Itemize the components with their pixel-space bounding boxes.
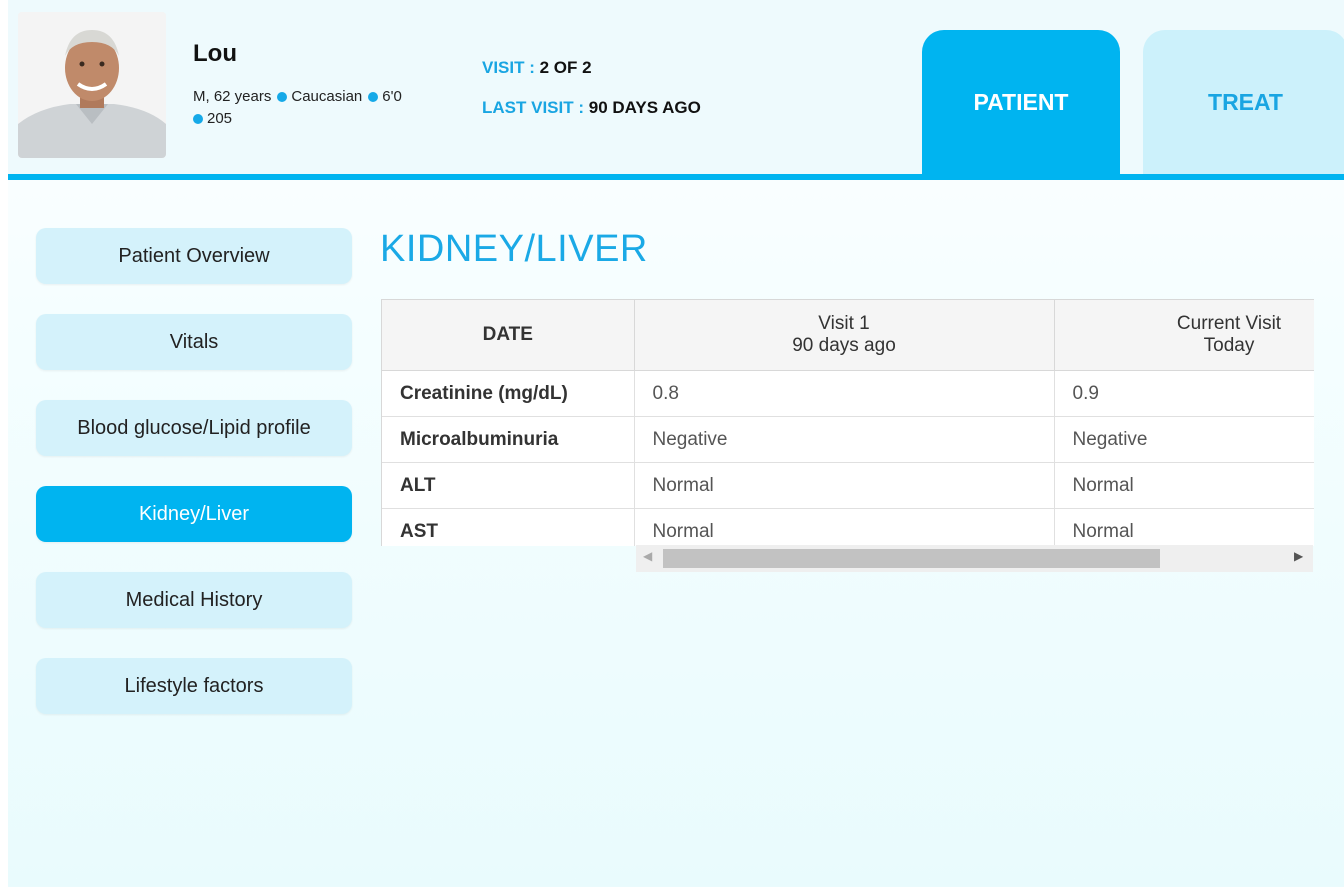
tab-treat[interactable]: TREAT xyxy=(1143,30,1344,174)
column-header-visit-1: Visit 1 90 days ago xyxy=(634,300,1055,371)
patient-sex-age: M, 62 years xyxy=(193,88,272,105)
table-row: Creatinine (mg/dL) 0.8 0.9 xyxy=(382,370,1314,417)
table-cell: Normal xyxy=(634,508,1055,546)
scrollbar-thumb[interactable] xyxy=(663,549,1160,568)
patient-ethnicity: Caucasian xyxy=(291,88,363,105)
table-cell: 0.8 xyxy=(634,370,1055,417)
header-divider xyxy=(8,174,1344,180)
sidebar-item-lifestyle-factors[interactable]: Lifestyle factors xyxy=(36,658,352,714)
table-cell: Normal xyxy=(1054,462,1314,509)
row-label: AST xyxy=(382,508,635,546)
last-visit-value: 90 DAYS AGO xyxy=(588,98,701,117)
results-table: DATE Visit 1 90 days ago Current Visit Tod… xyxy=(382,300,1314,546)
column-header-sublabel: 90 days ago xyxy=(792,335,896,356)
row-label: Creatinine (mg/dL) xyxy=(382,370,635,417)
column-header-sublabel: Today xyxy=(1203,335,1255,356)
table-row: ALT Normal Normal xyxy=(382,462,1314,509)
patient-photo xyxy=(18,12,166,158)
table-row: Microalbuminuria Negative Negative xyxy=(382,416,1314,463)
scroll-left-arrow-icon[interactable]: ◀ xyxy=(643,549,652,563)
patient-height: 6'0 xyxy=(382,88,402,105)
column-header-label: Current Visit xyxy=(1176,313,1282,334)
scroll-right-arrow-icon[interactable]: ▶ xyxy=(1294,549,1303,563)
sidebar-item-blood-glucose-lipid[interactable]: Blood glucose/Lipid profile xyxy=(36,400,352,456)
sidebar-item-vitals[interactable]: Vitals xyxy=(36,314,352,370)
sidebar-item-patient-overview[interactable]: Patient Overview xyxy=(36,228,352,284)
table-cell: Negative xyxy=(634,416,1055,463)
row-label: Microalbuminuria xyxy=(382,416,635,463)
bullet-icon xyxy=(368,92,379,103)
column-header-label: DATE xyxy=(482,324,533,345)
table-cell: Negative xyxy=(1054,416,1314,463)
last-visit: LAST VISIT : 90 DAYS AGO xyxy=(482,98,701,118)
visit-value: 2 OF 2 xyxy=(539,58,592,77)
kidney-liver-table: DATE Visit 1 90 days ago Current Visit Tod… xyxy=(381,299,1314,546)
table-header-row: DATE Visit 1 90 days ago Current Visit Tod… xyxy=(382,300,1314,371)
table-cell: 0.9 xyxy=(1054,370,1314,417)
patient-avatar xyxy=(18,12,166,158)
last-visit-label: LAST VISIT : xyxy=(482,98,589,117)
column-header-current-visit: Current Visit Today xyxy=(1054,300,1314,371)
patient-name: Lou xyxy=(193,40,237,67)
tab-patient[interactable]: PATIENT xyxy=(922,30,1120,174)
visit-label: VISIT : xyxy=(482,58,540,77)
page-title: KIDNEY/LIVER xyxy=(380,228,648,270)
table-cell: Normal xyxy=(1054,508,1314,546)
sidebar-item-medical-history[interactable]: Medical History xyxy=(36,572,352,628)
patient-weight: 205 xyxy=(207,110,233,127)
patient-demographics: M, 62 years Caucasian 6'0 205 xyxy=(193,86,468,130)
column-header-date: DATE xyxy=(382,300,635,371)
column-header-label: Visit 1 xyxy=(818,313,870,334)
sidebar-item-kidney-liver[interactable]: Kidney/Liver xyxy=(36,486,352,542)
left-edge xyxy=(0,0,8,887)
table-cell: Normal xyxy=(634,462,1055,509)
visit-count: VISIT : 2 OF 2 xyxy=(482,58,592,78)
row-label: ALT xyxy=(382,462,635,509)
bullet-icon xyxy=(277,92,288,103)
table-row: AST Normal Normal xyxy=(382,508,1314,546)
bullet-icon xyxy=(193,114,203,125)
